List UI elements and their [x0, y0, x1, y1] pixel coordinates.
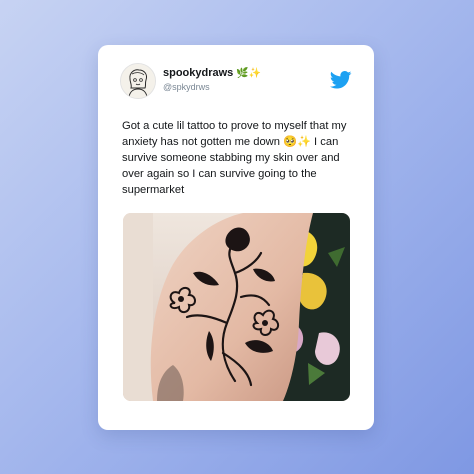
avatar[interactable] — [120, 63, 156, 99]
user-handle[interactable]: @spkydrws — [163, 82, 210, 92]
tweet-photo[interactable] — [123, 213, 350, 401]
twitter-bird-icon[interactable] — [330, 71, 352, 89]
display-name-row[interactable]: spookydraws 🌿✨ — [163, 67, 261, 79]
display-name[interactable]: spookydraws — [163, 67, 233, 79]
tweet-text: Got a cute lil tattoo to prove to myself… — [122, 120, 350, 196]
tweet-card[interactable]: spookydraws 🌿✨ @spkydrws Got a cute lil t… — [98, 45, 374, 430]
name-emoji: 🌿✨ — [236, 68, 262, 79]
tweet-header: spookydraws 🌿✨ @spkydrws — [120, 63, 352, 103]
tattoo-photo-illustration — [123, 213, 350, 401]
avatar-illustration — [121, 64, 155, 98]
